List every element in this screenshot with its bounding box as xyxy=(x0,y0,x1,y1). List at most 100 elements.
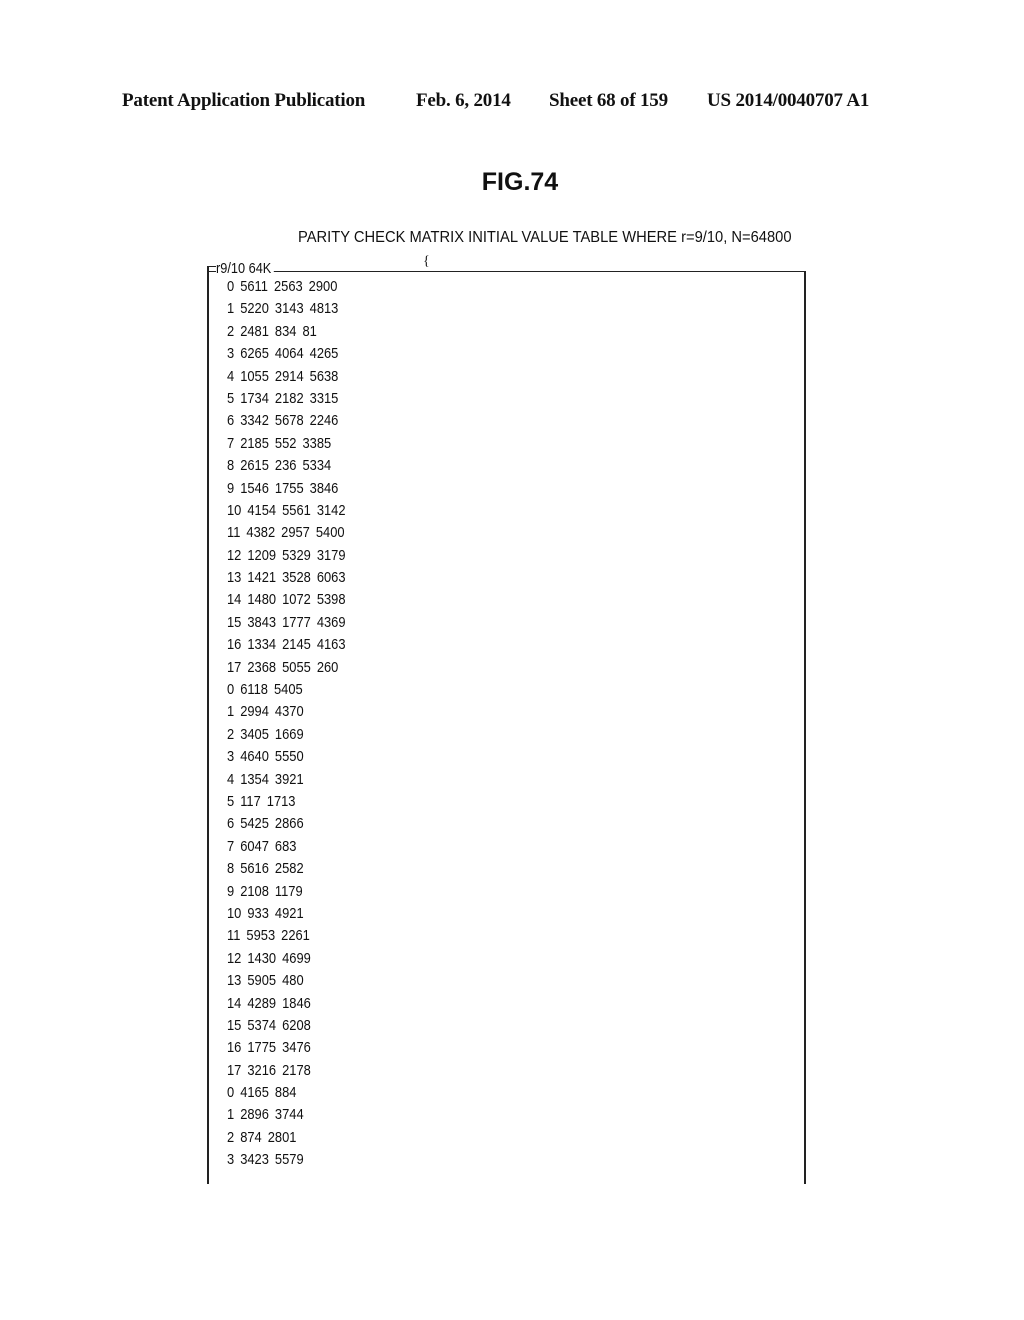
table-row: 7 2185 552 3385 xyxy=(227,433,352,455)
row-index: 10 xyxy=(227,501,242,519)
row-index: 5 xyxy=(227,389,235,407)
figure-label: FIG.74 xyxy=(481,168,559,196)
row-value: 5334 xyxy=(302,457,332,475)
row-index: 0 xyxy=(227,681,235,699)
row-value: 2866 xyxy=(274,815,304,833)
row-index: 3 xyxy=(227,1151,235,1169)
patent-number: US 2014/0040707 A1 xyxy=(707,90,870,111)
row-value: 3423 xyxy=(240,1151,269,1169)
table-row: 14 1480 1072 5398 xyxy=(227,589,352,611)
table-row: 11 5953 2261 xyxy=(227,925,352,947)
row-index: 13 xyxy=(227,972,242,990)
row-index: 11 xyxy=(227,927,241,945)
row-index: 8 xyxy=(227,457,235,475)
table-row: 1 5220 3143 4813 xyxy=(227,298,352,320)
table-row: 13 1421 3528 6063 xyxy=(227,567,352,589)
publication-label: Patent Application Publication xyxy=(122,90,366,111)
row-index: 17 xyxy=(227,658,242,676)
row-index: 3 xyxy=(227,748,235,766)
table-row: 1 2896 3744 xyxy=(227,1104,352,1126)
table-row: 12 1430 4699 xyxy=(227,948,352,970)
row-value: 3528 xyxy=(282,569,311,587)
row-value: 3846 xyxy=(309,479,339,497)
row-value: 874 xyxy=(240,1128,262,1146)
table-row: 15 5374 6208 xyxy=(227,1015,352,1037)
row-value: 3405 xyxy=(240,725,269,743)
publication-date: Feb. 6, 2014 xyxy=(416,90,511,111)
row-index: 6 xyxy=(227,412,235,430)
row-index: 16 xyxy=(227,1039,242,1057)
row-index: 2 xyxy=(227,1128,235,1146)
row-value: 4289 xyxy=(247,994,277,1012)
table-row: 7 6047 683 xyxy=(227,836,352,858)
row-value: 3342 xyxy=(240,412,269,430)
row-value: 884 xyxy=(274,1084,297,1102)
row-value: 1846 xyxy=(282,994,311,1012)
table-row: 0 4165 884 xyxy=(227,1082,352,1104)
row-value: 3744 xyxy=(274,1106,304,1124)
table-row: 2 3405 1669 xyxy=(227,724,352,746)
row-value: 5329 xyxy=(282,546,311,564)
row-value: 1777 xyxy=(282,613,311,631)
row-index: 9 xyxy=(227,882,235,900)
row-value: 1546 xyxy=(240,479,269,497)
row-index: 16 xyxy=(227,636,242,654)
row-value: 1775 xyxy=(247,1039,277,1057)
row-value: 5611 xyxy=(240,278,268,295)
row-index: 1 xyxy=(227,1106,235,1124)
row-value: 2914 xyxy=(274,367,304,385)
row-value: 1055 xyxy=(240,367,269,385)
row-value: 5055 xyxy=(282,658,311,676)
row-value: 933 xyxy=(247,904,269,922)
row-value: 552 xyxy=(274,434,297,452)
row-index: 8 xyxy=(227,860,235,878)
table-row: 15 3843 1777 4369 xyxy=(227,612,352,634)
table-row: 8 5616 2582 xyxy=(227,858,352,880)
row-value: 2145 xyxy=(282,636,311,654)
row-value: 5616 xyxy=(240,860,269,878)
row-value: 6118 xyxy=(240,681,268,699)
row-value: 5425 xyxy=(240,815,269,833)
row-index: 4 xyxy=(227,367,235,385)
row-value: 5678 xyxy=(274,412,304,430)
row-value: 1179 xyxy=(274,882,303,900)
sheet-number: Sheet 68 of 159 xyxy=(549,90,668,111)
row-value: 5953 xyxy=(246,927,276,945)
row-value: 6063 xyxy=(316,569,346,587)
row-value: 3216 xyxy=(247,1061,277,1079)
row-value: 5561 xyxy=(282,501,311,519)
row-index: 1 xyxy=(227,300,235,318)
row-value: 2178 xyxy=(282,1061,311,1079)
row-index: 7 xyxy=(227,837,235,855)
table-title: r9/10 64K xyxy=(216,260,274,277)
row-value: 5905 xyxy=(247,972,277,990)
table-row: 17 3216 2178 xyxy=(227,1060,352,1082)
table-row: 10 4154 5561 3142 xyxy=(227,500,352,522)
row-index: 2 xyxy=(227,322,235,340)
row-index: 0 xyxy=(227,1084,235,1102)
figure-label-wrap: FIG.74 xyxy=(0,168,1024,197)
row-value: 2615 xyxy=(240,457,269,475)
row-value: 2182 xyxy=(274,389,304,407)
row-value: 4370 xyxy=(274,703,304,721)
table-row: 4 1354 3921 xyxy=(227,769,352,791)
row-value: 2368 xyxy=(247,658,277,676)
table-row: 1 2994 4370 xyxy=(227,701,352,723)
table-caption: PARITY CHECK MATRIX INITIAL VALUE TABLE … xyxy=(298,229,792,246)
row-value: 1480 xyxy=(247,591,277,609)
table-row: 13 5905 480 xyxy=(227,970,352,992)
row-value: 5398 xyxy=(316,591,346,609)
row-value: 2261 xyxy=(281,927,310,945)
table-row: 5 1734 2182 3315 xyxy=(227,388,352,410)
row-value: 5638 xyxy=(309,367,339,385)
row-value: 1713 xyxy=(266,792,296,810)
table-row: 4 1055 2914 5638 xyxy=(227,366,352,388)
row-value: 2801 xyxy=(267,1128,297,1146)
row-value: 4154 xyxy=(247,501,277,519)
row-value: 1755 xyxy=(274,479,304,497)
row-index: 12 xyxy=(227,546,242,564)
row-value: 1734 xyxy=(240,389,269,407)
row-value: 81 xyxy=(302,322,317,340)
row-value: 1072 xyxy=(282,591,311,609)
row-value: 3179 xyxy=(316,546,346,564)
